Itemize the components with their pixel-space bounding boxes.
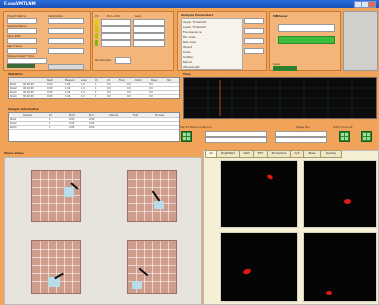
ex-field-2[interactable] [101, 26, 131, 33]
browse-button[interactable] [48, 64, 84, 70]
phase-image-3[interactable] [9, 232, 101, 300]
analysis-panel: Analysis Parameters Upper Threshold Lowe… [177, 11, 267, 71]
stage-pos-label: Stage Pos [296, 125, 310, 129]
tab-brightfield[interactable]: Brightfield [216, 150, 240, 158]
channel-indicator-3 [95, 33, 98, 39]
monitor-title: MBVueus [273, 14, 288, 18]
monitor-status-indicator [278, 36, 335, 44]
no-sampler-field[interactable] [115, 57, 131, 64]
analysis-row: Kernel [183, 60, 192, 64]
analysis-row: Min Area [183, 35, 196, 39]
channel-indicator-4 [95, 40, 98, 46]
ex-header: Ex Ln Nm [107, 14, 121, 18]
sample-info-table: Sample Ch Start End Interval Fold Proces… [8, 112, 180, 142]
table-row[interactable]: Row3 1 0.00 0.00 [9, 125, 179, 130]
channel-indicator-1 [95, 19, 98, 25]
analysis-value-2[interactable] [244, 28, 264, 34]
table-row[interactable]: Row4 00:02:00 0:00 1.00 1.0 1 0.0 0.0 0.… [9, 94, 179, 98]
gain-field-2[interactable] [133, 26, 165, 33]
analysis-list: Upper Threshold Lower Threshold Fluoresc… [181, 18, 243, 70]
time-title: Time [183, 72, 191, 76]
auto-focus-label: Auto Focus AF [333, 125, 353, 129]
monitor-display [278, 24, 335, 32]
xy-motion-label: Set XY Motion Last Loc [180, 125, 212, 129]
last-location-field-2[interactable] [205, 137, 267, 143]
analysis-row: Upper Threshold [183, 20, 207, 24]
tab-overlay[interactable]: Overlay [320, 150, 342, 158]
ex-field-3[interactable] [101, 33, 131, 40]
phase-views-title: Phase Views [4, 151, 24, 155]
field-4[interactable] [48, 48, 84, 54]
no-sampler-label: No.Sampler [95, 58, 112, 62]
analysis-row: Wavelength [183, 65, 200, 69]
analysis-row: Scatter [183, 55, 194, 59]
tab-texas[interactable]: Texas [303, 150, 321, 158]
gain-header: Gain [135, 14, 142, 18]
title-bar [0, 0, 379, 8]
channel-indicator-2 [95, 26, 98, 32]
focus-pad-2[interactable] [361, 131, 372, 142]
status-bar [7, 64, 35, 68]
analysis-row: Scale [183, 50, 191, 54]
channel-panel: Ch Ex Ln Nm Gain No.Sampler [92, 11, 174, 71]
phase-image-2[interactable] [105, 162, 197, 228]
time-plot [183, 77, 377, 119]
monitor-panel: MBVueus Save [269, 11, 341, 71]
analysis-row: Fluorescence [183, 30, 202, 34]
phase-views-area [4, 157, 202, 305]
analysis-title: Analysis Parameters [181, 13, 214, 17]
calibration-field[interactable] [48, 18, 84, 24]
analysis-row: Lower Threshold [183, 25, 207, 29]
focus-pad-1[interactable] [339, 131, 350, 142]
tab-rhodamine[interactable]: Rhodamine [267, 150, 291, 158]
window-title: F.vuoVMTLNM [4, 1, 36, 6]
close-button[interactable] [368, 1, 376, 8]
tab-fitc[interactable]: FITC [253, 150, 268, 158]
xy-motion-pad[interactable] [181, 131, 192, 142]
tab-cy5[interactable]: Cy5 [290, 150, 304, 158]
phase-image-1[interactable] [9, 162, 101, 228]
statistics-table: Start Elapsed Area Ct Ch Fluor Perim Mea… [8, 77, 180, 99]
fluorescence-image-2[interactable] [303, 160, 377, 228]
sample-info-title: Sample information [8, 107, 40, 111]
right-side-panel [343, 11, 378, 71]
analysis-row: Object [183, 45, 193, 49]
tab-dapi[interactable]: DAPI [239, 150, 254, 158]
time-plot-svg [184, 78, 376, 118]
ex-field-1[interactable] [101, 19, 131, 26]
analysis-value-3[interactable] [244, 38, 264, 44]
fluorescence-image-3[interactable] [220, 232, 298, 302]
save-indicator [273, 66, 297, 71]
gain-field-1[interactable] [133, 19, 165, 26]
ch-header: Ch [95, 14, 99, 18]
parameters-panel: Project Name Sample Name Save Path Rep F… [3, 11, 91, 71]
gain-field-4[interactable] [133, 40, 165, 47]
analysis-value-1[interactable] [244, 18, 264, 24]
stage-pos-field-2[interactable] [275, 137, 327, 143]
field-2[interactable] [48, 28, 84, 34]
phase-image-4[interactable] [105, 232, 197, 300]
analysis-row: Max Area [183, 40, 197, 44]
analysis-value-4[interactable] [244, 48, 264, 54]
statistics-title: Statistics [8, 72, 23, 76]
fluorescence-image-4[interactable] [303, 232, 377, 302]
gain-field-3[interactable] [133, 33, 165, 40]
ex-field-4[interactable] [101, 40, 131, 47]
fluorescence-image-1[interactable] [220, 160, 298, 228]
field-3[interactable] [48, 38, 84, 44]
